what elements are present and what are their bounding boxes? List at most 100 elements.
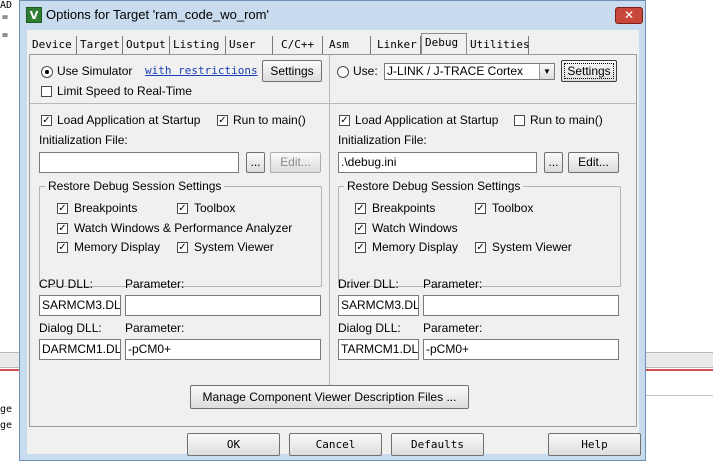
background-divider xyxy=(646,395,713,396)
left-edit-button[interactable]: Edit... xyxy=(270,152,321,173)
right-dialog-param-input[interactable]: -pCM0+ xyxy=(423,339,619,360)
options-dialog: V Options for Target 'ram_code_wo_rom' ✕… xyxy=(19,0,646,461)
left-memory-display-checkbox[interactable]: ✓ xyxy=(57,242,68,253)
left-load-app-checkbox[interactable]: ✓ xyxy=(41,115,52,126)
cpu-param-input[interactable] xyxy=(125,295,321,316)
left-run-to-main-checkbox[interactable]: ✓ xyxy=(217,115,228,126)
tab-listing[interactable]: Listing xyxy=(170,36,226,54)
right-system-viewer-label: System Viewer xyxy=(492,240,572,254)
driver-select[interactable]: J-LINK / J-TRACE Cortex ▼ xyxy=(384,63,555,80)
left-init-file-label: Initialization File: xyxy=(39,133,128,147)
background-divider xyxy=(0,369,20,371)
right-memory-display-label: Memory Display xyxy=(372,240,459,254)
right-restore-group-title: Restore Debug Session Settings xyxy=(344,179,524,193)
right-breakpoints-checkbox[interactable]: ✓ xyxy=(355,203,366,214)
tab-output[interactable]: Output xyxy=(123,36,170,54)
dialog-client: Device Target Output Listing User C/C++ … xyxy=(27,30,641,456)
tab-linker[interactable]: Linker xyxy=(371,36,421,54)
tab-asm[interactable]: Asm xyxy=(323,36,371,54)
right-init-file-input[interactable]: .\debug.ini xyxy=(338,152,537,173)
left-dialog-param-label: Parameter: xyxy=(125,321,185,335)
left-toolbox-checkbox[interactable]: ✓ xyxy=(177,203,188,214)
debug-tab-panel: Use Simulator with restrictions Settings… xyxy=(29,54,637,427)
right-toolbox-label: Toolbox xyxy=(492,201,534,215)
left-watch-windows-label: Watch Windows & Performance Analyzer xyxy=(74,221,293,235)
left-breakpoints-label: Breakpoints xyxy=(74,201,138,215)
left-dialog-dll-input[interactable]: DARMCM1.DLL xyxy=(39,339,121,360)
left-breakpoints-checkbox[interactable]: ✓ xyxy=(57,203,68,214)
right-toolbox-checkbox[interactable]: ✓ xyxy=(475,203,486,214)
right-dialog-param-label: Parameter: xyxy=(423,321,483,335)
panel-separator xyxy=(329,55,330,393)
right-watch-windows-label: Watch Windows xyxy=(372,221,458,235)
left-toolbox-label: Toolbox xyxy=(194,201,236,215)
limit-speed-label: Limit Speed to Real-Time xyxy=(57,84,192,98)
simulator-settings-button[interactable]: Settings xyxy=(262,60,322,82)
tab-user[interactable]: User xyxy=(226,36,273,54)
background-divider xyxy=(646,369,713,371)
right-dialog-dll-input[interactable]: TARMCM1.DLL xyxy=(338,339,419,360)
left-system-viewer-label: System Viewer xyxy=(194,240,274,254)
right-run-to-main-label: Run to main() xyxy=(530,113,603,127)
use-driver-radio[interactable] xyxy=(337,66,349,78)
left-run-to-main-label: Run to main() xyxy=(233,113,306,127)
tab-device[interactable]: Device xyxy=(29,36,77,54)
left-init-file-input[interactable] xyxy=(39,152,239,173)
tab-utilities[interactable]: Utilities xyxy=(467,36,530,54)
cpu-dll-label: CPU DLL: xyxy=(39,277,94,291)
tab-debug[interactable]: Debug xyxy=(421,33,467,54)
right-run-to-main-checkbox[interactable] xyxy=(514,115,525,126)
right-memory-display-checkbox[interactable]: ✓ xyxy=(355,242,366,253)
driver-settings-button[interactable]: Settings xyxy=(561,60,617,82)
cancel-button[interactable]: Cancel xyxy=(289,433,382,456)
ok-button[interactable]: OK xyxy=(187,433,280,456)
app-icon: V xyxy=(26,7,42,23)
background-fragment: ge xyxy=(0,404,13,415)
background-editor: AD = = xyxy=(0,0,20,461)
limit-speed-checkbox[interactable] xyxy=(41,86,52,97)
with-restrictions-link[interactable]: with restrictions xyxy=(145,64,258,77)
tab-target[interactable]: Target xyxy=(77,36,123,54)
driver-dll-label: Driver DLL: xyxy=(338,277,399,291)
left-memory-display-label: Memory Display xyxy=(74,240,161,254)
background-panel-band xyxy=(0,352,20,368)
right-dialog-dll-label: Dialog DLL: xyxy=(338,321,401,335)
background-fragment: AD xyxy=(0,0,13,11)
left-dialog-dll-label: Dialog DLL: xyxy=(39,321,102,335)
left-dialog-param-input[interactable]: -pCM0+ xyxy=(125,339,321,360)
use-simulator-label: Use Simulator xyxy=(57,64,133,78)
driver-param-input[interactable] xyxy=(423,295,619,316)
right-header-separator xyxy=(330,103,636,104)
cpu-dll-input[interactable]: SARMCM3.DLL xyxy=(39,295,121,316)
background-fragment: = xyxy=(2,30,9,41)
left-watch-windows-checkbox[interactable]: ✓ xyxy=(57,223,68,234)
help-button[interactable]: Help xyxy=(548,433,641,456)
defaults-button[interactable]: Defaults xyxy=(391,433,484,456)
right-browse-button[interactable]: ... xyxy=(544,152,563,173)
left-restore-group-title: Restore Debug Session Settings xyxy=(45,179,225,193)
left-header-separator xyxy=(30,103,329,104)
background-right-area xyxy=(646,0,713,461)
cpu-param-label: Parameter: xyxy=(125,277,185,291)
tab-strip: Device Target Output Listing User C/C++ … xyxy=(27,32,639,54)
right-breakpoints-label: Breakpoints xyxy=(372,201,436,215)
right-init-file-label: Initialization File: xyxy=(338,133,427,147)
right-edit-button[interactable]: Edit... xyxy=(568,152,619,173)
left-browse-button[interactable]: ... xyxy=(246,152,265,173)
chevron-down-icon: ▼ xyxy=(539,64,554,79)
left-system-viewer-checkbox[interactable]: ✓ xyxy=(177,242,188,253)
right-system-viewer-checkbox[interactable]: ✓ xyxy=(475,242,486,253)
close-button[interactable]: ✕ xyxy=(615,7,643,24)
right-watch-windows-checkbox[interactable]: ✓ xyxy=(355,223,366,234)
background-fragment: = xyxy=(2,12,9,23)
driver-dll-input[interactable]: SARMCM3.DLL xyxy=(338,295,419,316)
use-simulator-radio[interactable] xyxy=(41,66,53,78)
use-driver-label: Use: xyxy=(353,64,378,78)
left-load-app-label: Load Application at Startup xyxy=(57,113,201,127)
manage-component-viewer-button[interactable]: Manage Component Viewer Description File… xyxy=(190,385,469,409)
window-title: Options for Target 'ram_code_wo_rom' xyxy=(46,7,269,22)
background-fragment: ge xyxy=(0,420,13,431)
right-load-app-checkbox[interactable]: ✓ xyxy=(339,115,350,126)
tab-c-cpp[interactable]: C/C++ xyxy=(273,36,323,54)
driver-select-value: J-LINK / J-TRACE Cortex xyxy=(387,64,524,78)
